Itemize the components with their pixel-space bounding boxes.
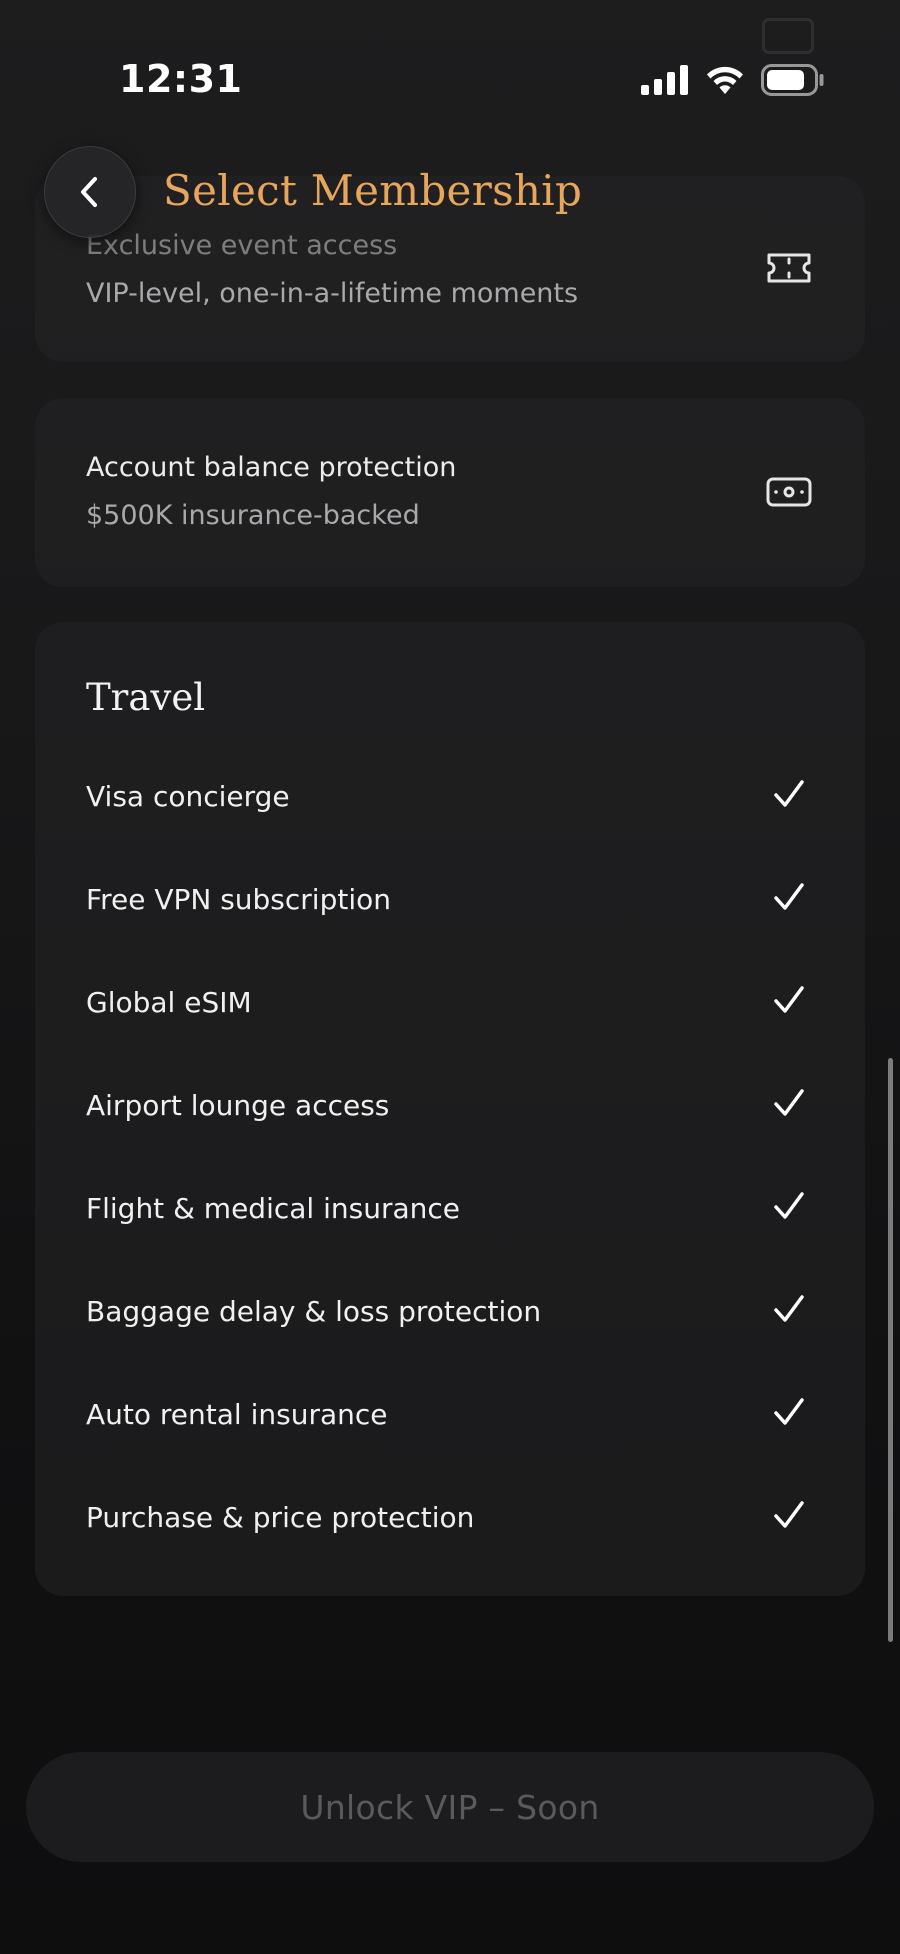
checkmark-icon (774, 1398, 804, 1425)
travel-benefit-label: Free VPN subscription (86, 883, 391, 916)
feature-subtitle: $500K insurance-backed (86, 500, 420, 531)
travel-benefit-item: Auto rental insurance (35, 1364, 865, 1467)
section-title-travel: Travel (86, 676, 206, 719)
checkmark-icon (774, 986, 804, 1013)
chevron-left-icon (81, 177, 97, 207)
travel-benefit-label: Visa concierge (86, 780, 290, 813)
travel-benefits-card: Travel Visa concierge Free VPN subscript… (35, 622, 865, 1596)
travel-benefit-label: Auto rental insurance (86, 1398, 388, 1431)
membership-screen: 12:31 Select Membership Exclusive event … (0, 0, 900, 1954)
feature-title: Account balance protection (86, 452, 457, 483)
status-icons (641, 64, 825, 96)
cellular-signal-icon (641, 65, 688, 95)
unlock-vip-button[interactable]: Unlock VIP – Soon (26, 1752, 874, 1862)
feature-title: Exclusive event access (86, 230, 398, 261)
travel-benefits-list: Visa concierge Free VPN subscription Glo… (35, 746, 865, 1570)
checkmark-icon (774, 1295, 804, 1322)
feature-subtitle: VIP-level, one-in-a-lifetime moments (86, 278, 579, 309)
travel-benefit-item: Baggage delay & loss protection (35, 1261, 865, 1364)
travel-benefit-label: Global eSIM (86, 986, 252, 1019)
checkmark-icon (774, 1192, 804, 1219)
ticket-icon (767, 253, 811, 283)
travel-benefit-item: Purchase & price protection (35, 1467, 865, 1570)
checkmark-icon (774, 1501, 804, 1528)
travel-benefit-item: Visa concierge (35, 746, 865, 849)
travel-benefit-item: Flight & medical insurance (35, 1158, 865, 1261)
cash-icon (766, 477, 812, 507)
travel-benefit-label: Airport lounge access (86, 1089, 390, 1122)
travel-benefit-item: Free VPN subscription (35, 849, 865, 952)
battery-icon (761, 64, 824, 96)
travel-benefit-label: Baggage delay & loss protection (86, 1295, 542, 1328)
checkmark-icon (774, 1089, 804, 1116)
wifi-icon (707, 66, 743, 94)
scroll-indicator[interactable] (888, 1058, 893, 1642)
feature-card-balance-protection: Account balance protection $500K insuran… (35, 398, 865, 587)
checkmark-icon (774, 883, 804, 910)
travel-benefit-item: Airport lounge access (35, 1055, 865, 1158)
status-bar: 12:31 (0, 0, 900, 150)
travel-benefit-label: Purchase & price protection (86, 1501, 475, 1534)
status-time: 12:31 (119, 57, 243, 101)
travel-benefit-item: Global eSIM (35, 952, 865, 1055)
checkmark-icon (774, 780, 804, 807)
travel-benefit-label: Flight & medical insurance (86, 1192, 460, 1225)
page-title: Select Membership (163, 166, 583, 215)
back-button[interactable] (44, 146, 136, 238)
